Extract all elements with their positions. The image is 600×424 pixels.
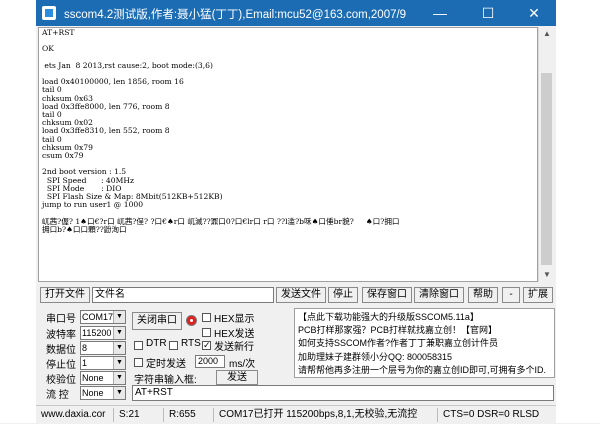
terminal-line: AT+RST: [42, 28, 75, 37]
terminal-line: chksum 0x79: [42, 142, 93, 152]
dtr-checkbox[interactable]: [134, 341, 143, 350]
info-line[interactable]: 加助理妹子建群领小分QQ: 800058315: [298, 351, 551, 364]
sscom-window: sscom4.2测试版,作者:聂小猛(丁丁),Email:mcu52@163.c…: [36, 0, 556, 424]
window-title: sscom4.2测试版,作者:聂小猛(丁丁),Email:mcu52@163.c…: [64, 9, 407, 21]
input-label: 字符串输入框:: [134, 375, 197, 386]
terminal-line: OK: [42, 44, 54, 54]
title-bar[interactable]: sscom4.2测试版,作者:聂小猛(丁丁),Email:mcu52@163.c…: [36, 0, 556, 26]
collapse-button[interactable]: -: [502, 287, 520, 303]
terminal-line: 拥口b?♠口口顆??鼢洵口: [42, 224, 127, 234]
scrollbar-thumb[interactable]: [541, 73, 552, 265]
interval-input[interactable]: 2000: [195, 355, 225, 368]
hex-display-label: HEX显示: [214, 314, 255, 325]
info-line[interactable]: 如何支持SSCOM作者?作者丁丁兼职嘉立创计件员: [298, 337, 551, 350]
clear-window-button[interactable]: 清除窗口: [414, 287, 464, 303]
file-name-field[interactable]: 文件名: [92, 287, 274, 303]
scroll-down-icon[interactable]: ▼: [539, 268, 555, 282]
info-line[interactable]: 【点此下载功能强大的升级版SSCOM5.11a】: [298, 311, 551, 324]
background-left: [0, 0, 36, 423]
close-button[interactable]: ✕: [512, 0, 556, 26]
terminal-line: tail 0: [42, 85, 62, 95]
rts-checkbox[interactable]: [169, 341, 178, 350]
timed-send-checkbox[interactable]: [134, 358, 143, 367]
parity-label: 校验位: [46, 375, 76, 386]
hex-display-checkbox[interactable]: [202, 313, 211, 322]
terminal-line: load 0x40100000, len 1856, room 16: [42, 77, 184, 87]
rts-label: RTS: [181, 338, 201, 349]
flow-label: 流 控: [46, 390, 69, 401]
baud-select[interactable]: 115200 ▼: [80, 326, 126, 340]
stop-button[interactable]: 停止: [328, 287, 358, 303]
baud-label: 波特率: [46, 330, 76, 341]
send-button[interactable]: 发送: [216, 370, 258, 385]
flow-select[interactable]: None ▼: [80, 386, 126, 400]
chevron-down-icon: ▼: [113, 372, 125, 384]
terminal-line: csum 0x79: [42, 151, 84, 160]
send-file-button[interactable]: 发送文件: [276, 287, 326, 303]
dtr-label: DTR: [146, 338, 167, 349]
status-received-count: R:655: [166, 408, 214, 422]
terminal-line: ets Jan 8 2013,rst cause:2, boot mode:(3…: [42, 60, 213, 70]
status-bar: www.daxia.cor S:21 R:655 COM17已打开 115200…: [36, 405, 556, 424]
expand-button[interactable]: 扩展: [523, 287, 553, 303]
status-site[interactable]: www.daxia.cor: [38, 408, 114, 422]
chevron-down-icon: ▼: [113, 342, 125, 354]
terminal-line: load 0x3ffe8000, len 776, room 8: [42, 101, 170, 111]
minimize-button[interactable]: —: [418, 0, 462, 26]
close-port-button[interactable]: 关闭串口: [132, 312, 182, 330]
status-sent-count: S:21: [116, 408, 164, 422]
terminal-line: tail 0: [42, 109, 62, 119]
chevron-down-icon: ▼: [113, 327, 125, 339]
port-status-icon: [186, 315, 197, 326]
info-line[interactable]: PCB打样那家强？PCB打样就找嘉立创！【官网】: [298, 324, 551, 337]
timed-send-label: 定时发送: [146, 359, 186, 370]
send-newline-checkbox[interactable]: ✓: [202, 341, 211, 350]
status-line-signals: CTS=0 DSR=0 RLSD: [443, 409, 540, 420]
vertical-scrollbar[interactable]: ▲ ▼: [538, 27, 555, 282]
chevron-down-icon: ▼: [113, 387, 125, 399]
file-toolbar: 打开文件 文件名 发送文件 停止 保存窗口 清除窗口 帮助 - 扩展: [36, 286, 556, 304]
interval-unit: ms/次: [229, 359, 256, 370]
chevron-down-icon: ▼: [113, 357, 125, 369]
info-panel[interactable]: 【点此下载功能强大的升级版SSCOM5.11a】 PCB打样那家强？PCB打样就…: [294, 308, 555, 378]
help-button[interactable]: 帮助: [468, 287, 498, 303]
status-port-state: COM17已打开 115200bps,8,1,无校验,无流控: [216, 408, 438, 422]
save-window-button[interactable]: 保存窗口: [362, 287, 412, 303]
terminal-line: tail 0: [42, 134, 62, 144]
port-label: 串口号: [46, 314, 76, 325]
chevron-down-icon: ▼: [113, 311, 125, 323]
stopbits-label: 停止位: [46, 360, 76, 371]
background-right: [556, 0, 600, 423]
parity-select[interactable]: None ▼: [80, 371, 126, 385]
stopbits-select[interactable]: 1 ▼: [80, 356, 126, 370]
port-select[interactable]: COM17 ▼: [80, 310, 126, 324]
info-line[interactable]: 请帮帮他再多注册一个层号为你的嘉立创ID即可,可拥有多个ID.: [298, 364, 551, 377]
control-panel: 串口号 COM17 ▼ 关闭串口 波特率 115200 ▼ 数据位 8 ▼ 停止位 1…: [36, 308, 556, 404]
databits-label: 数据位: [46, 345, 76, 356]
send-input[interactable]: AT+RST: [132, 385, 554, 401]
app-icon: [42, 6, 56, 20]
terminal-line: load 0x3ffe8310, len 552, room 8: [42, 126, 170, 136]
databits-select[interactable]: 8 ▼: [80, 341, 126, 355]
scroll-up-icon[interactable]: ▲: [539, 27, 555, 41]
terminal-line: jump to run user1 @ 1000: [42, 200, 144, 210]
send-newline-label: 发送新行: [214, 342, 254, 353]
hex-send-checkbox[interactable]: [202, 328, 211, 337]
maximize-button[interactable]: ☐: [466, 0, 510, 26]
open-file-button[interactable]: 打开文件: [40, 287, 90, 303]
receive-area[interactable]: AT+RST OK ets Jan 8 2013,rst cause:2, boo…: [38, 27, 538, 282]
